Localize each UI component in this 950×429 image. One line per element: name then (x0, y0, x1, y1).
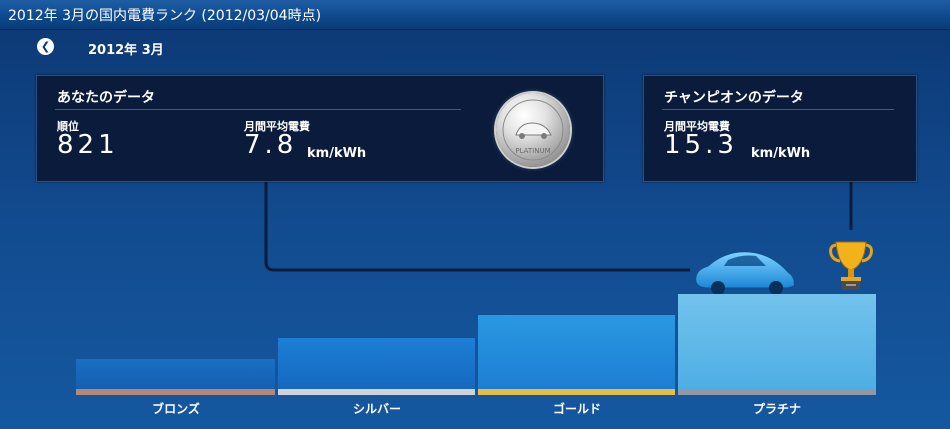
silver-label: シルバー (352, 402, 401, 416)
efficiency-value: 7.8 (244, 130, 298, 160)
platinum-strip (678, 389, 876, 395)
champion-efficiency-value: 15.3 (664, 130, 738, 160)
divider (55, 109, 461, 110)
champion-data-title: チャンピオンのデータ (664, 90, 804, 106)
bronze-label: ブロンズ (152, 402, 200, 416)
car-icon (695, 251, 795, 295)
efficiency-unit: km/kWh (307, 146, 367, 161)
your-data-panel: あなたのデータ 順位 821 月間平均電費 7.8 km/kWh PLATINU… (36, 75, 604, 182)
platinum-bar (678, 294, 876, 389)
platinum-medal-icon: PLATINUM (496, 93, 570, 167)
silver-bar (278, 338, 475, 389)
champion-data-panel: チャンピオンのデータ 月間平均電費 15.3 km/kWh (643, 75, 917, 182)
platinum-label: プラチナ (752, 402, 801, 416)
bronze-strip (76, 389, 275, 395)
medal-text: PLATINUM (515, 147, 550, 155)
your-data-title: あなたのデータ (57, 90, 155, 106)
gold-strip (478, 389, 675, 395)
medal-graphic: PLATINUM (502, 99, 564, 161)
gold-bar (478, 315, 675, 389)
rank-value: 821 (57, 130, 119, 160)
gold-label: ゴールド (552, 402, 601, 416)
silver-strip (278, 389, 475, 395)
divider (662, 109, 894, 110)
champion-efficiency-unit: km/kWh (751, 146, 811, 161)
trophy-icon (829, 241, 873, 290)
bronze-bar (76, 359, 275, 389)
